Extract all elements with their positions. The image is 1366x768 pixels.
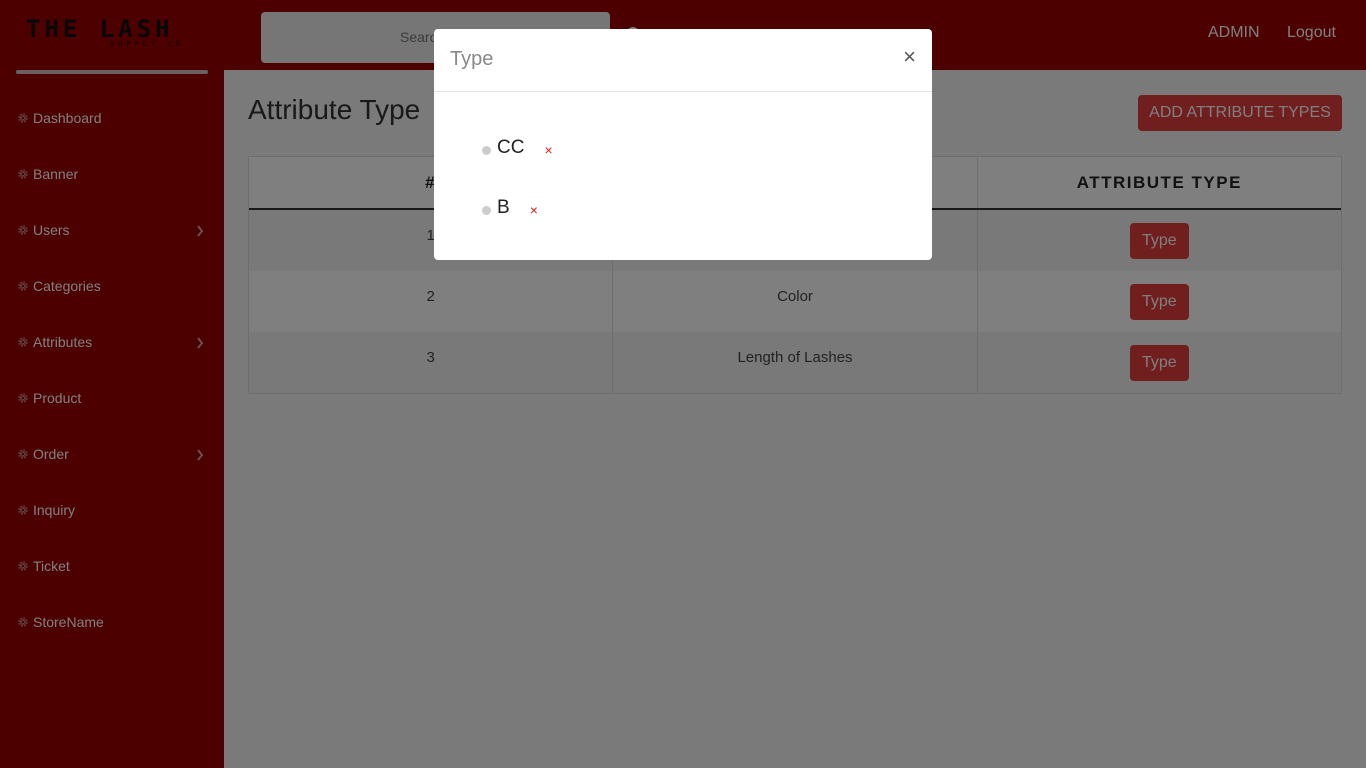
bullet-icon bbox=[482, 205, 491, 215]
remove-icon[interactable]: × bbox=[530, 202, 538, 218]
type-item-label: CC bbox=[497, 137, 525, 158]
modal-title: Type bbox=[450, 48, 494, 70]
bullet-icon bbox=[482, 145, 491, 155]
modal-header: Type × bbox=[434, 29, 932, 92]
type-modal: Type × CC × B × bbox=[434, 29, 932, 260]
type-item-label: B bbox=[497, 197, 510, 218]
type-list-item: B × bbox=[482, 197, 538, 219]
close-icon[interactable]: × bbox=[903, 45, 916, 69]
remove-icon[interactable]: × bbox=[544, 142, 552, 158]
type-list-item: CC × bbox=[482, 137, 553, 159]
